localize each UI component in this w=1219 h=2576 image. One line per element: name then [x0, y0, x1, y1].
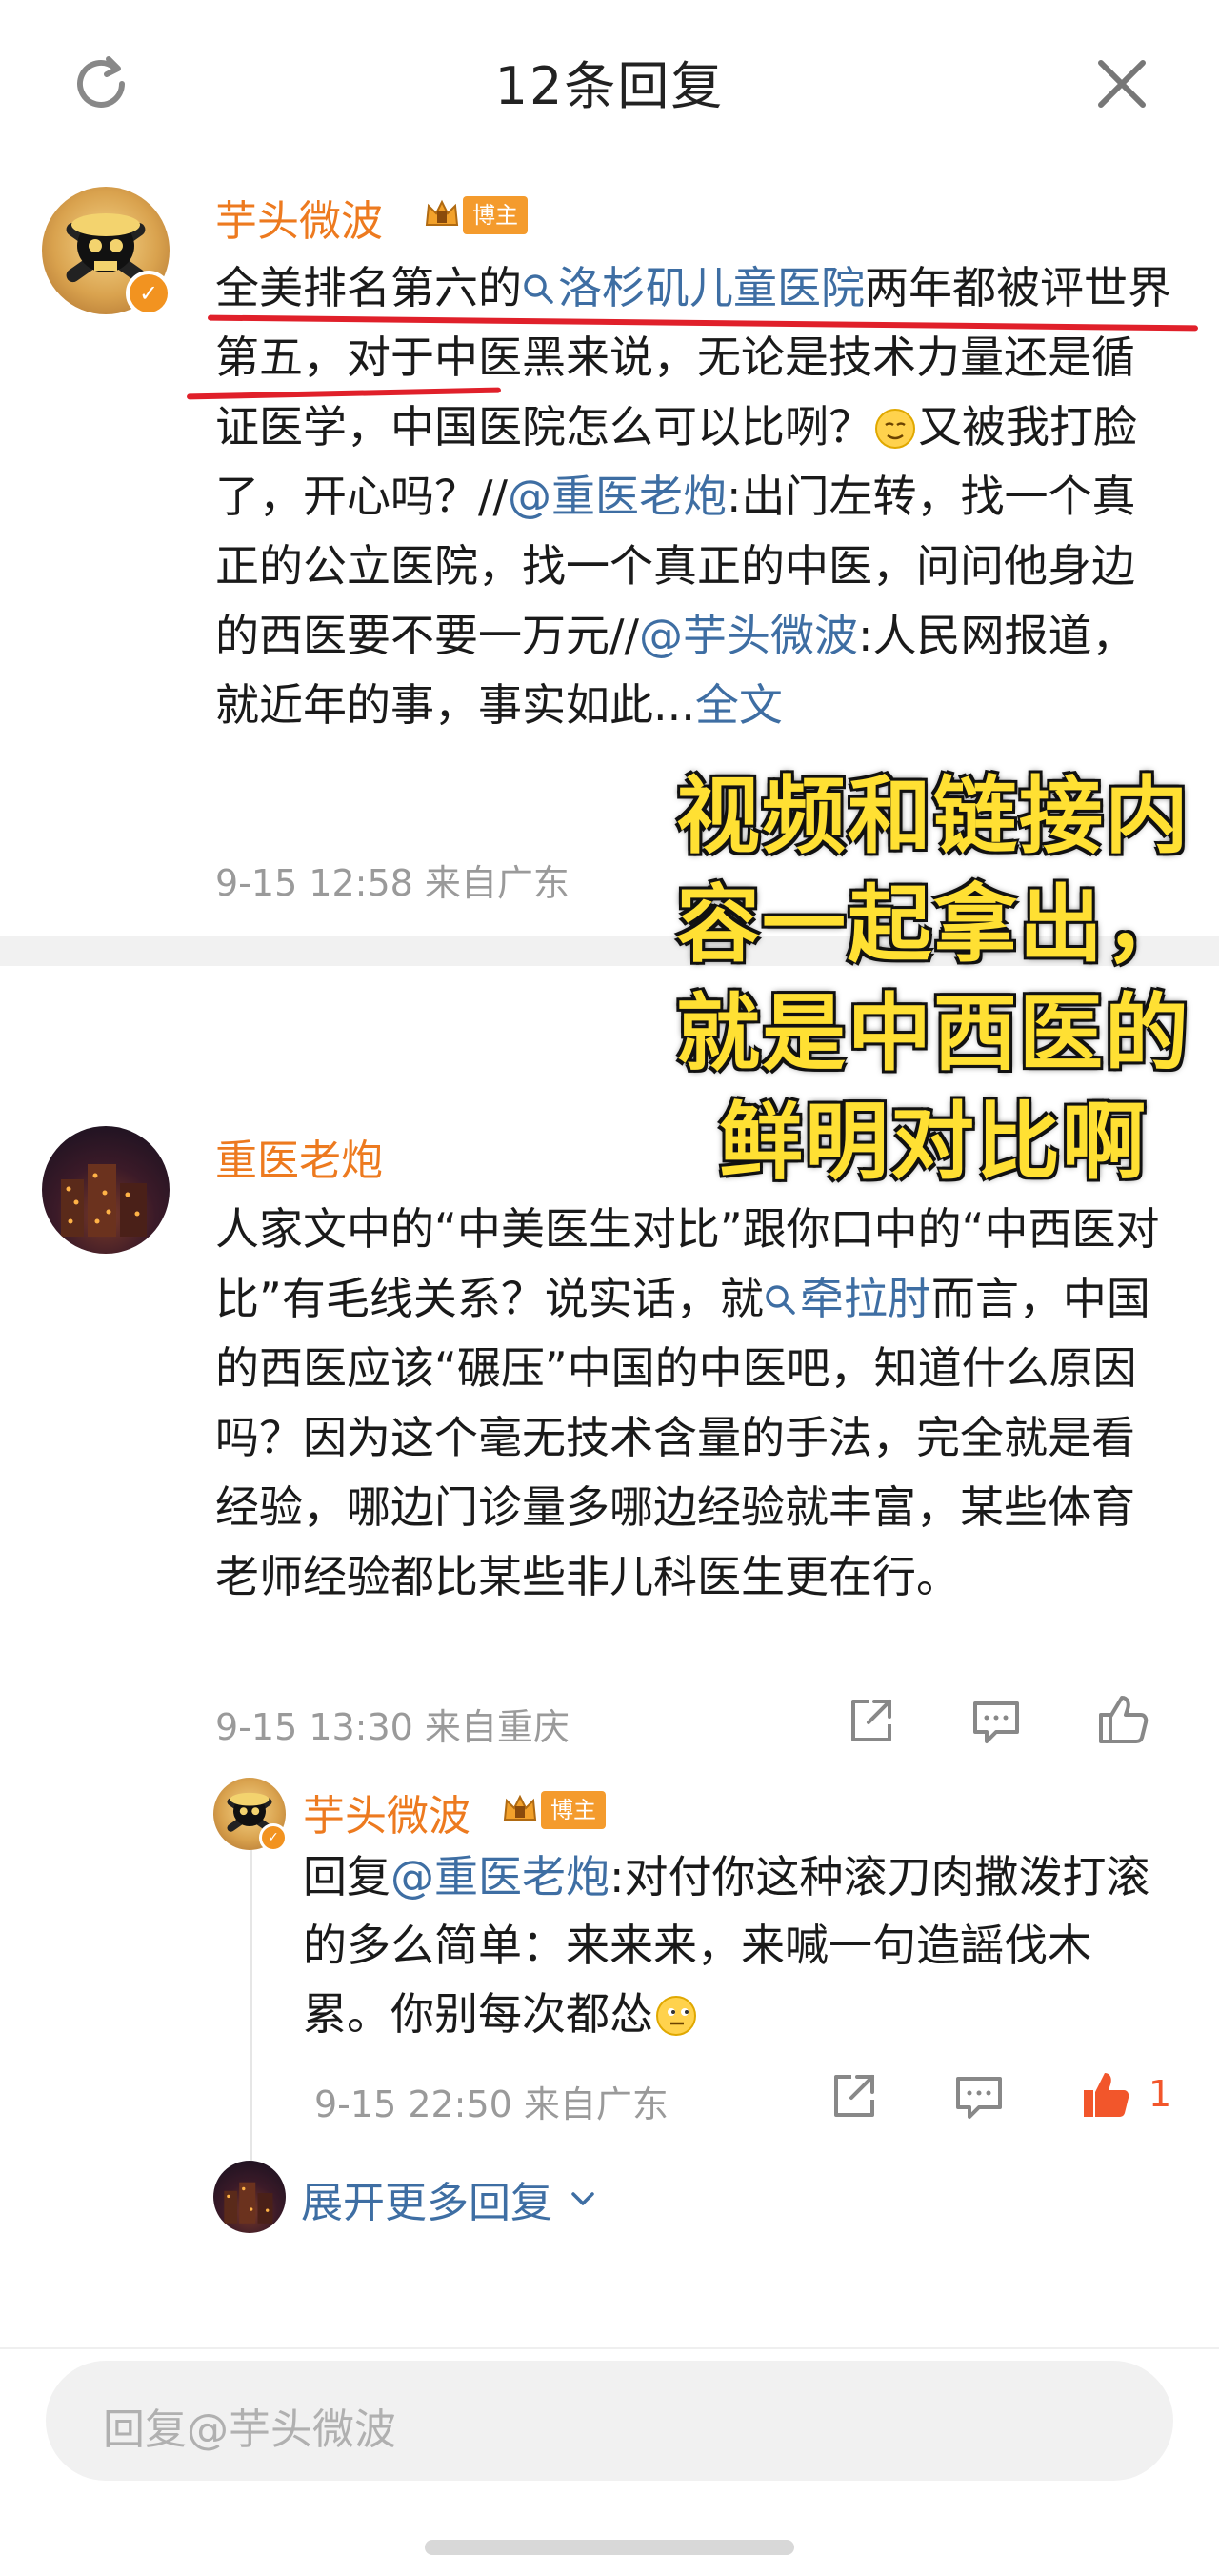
- city-night-icon: [61, 1164, 147, 1237]
- username[interactable]: 芋头微波: [303, 1781, 470, 1842]
- overlay-caption: 视频和链接内 容一起拿出， 就是中西医的 鲜明对比啊: [675, 767, 1190, 1191]
- reply-meta: 9-15 22:50 来自广东: [314, 2083, 669, 2125]
- crown-icon: [503, 1794, 537, 1821]
- post-text: 人家文中的“中美医生对比”跟你口中的“中西医对比”有毛线关系？说实话，就 牵拉肘而…: [215, 1203, 1160, 1602]
- topic-link[interactable]: 牵拉肘: [764, 1273, 931, 1324]
- divider: [0, 2347, 1219, 2349]
- avatar[interactable]: [42, 1126, 170, 1254]
- page-title: 12条回复: [494, 56, 725, 116]
- post-meta: 9-15 12:58 来自广东: [215, 862, 570, 904]
- home-indicator[interactable]: [425, 2540, 794, 2555]
- full-text-link[interactable]: 全文: [695, 679, 783, 731]
- city-night-icon: [224, 2182, 273, 2224]
- smirk-emoji-icon: [875, 409, 915, 449]
- verified-badge-icon: ✓: [259, 1823, 288, 1852]
- username[interactable]: 重医老炮: [215, 1126, 383, 1187]
- avatar: [213, 2161, 286, 2233]
- search-icon: [766, 1285, 795, 1315]
- verified-badge-icon: ✓: [126, 271, 171, 316]
- thread-line: [250, 1839, 252, 2163]
- topic-link[interactable]: 洛杉矶儿童医院: [522, 262, 865, 313]
- like-icon-active[interactable]: [1076, 2065, 1133, 2123]
- share-icon[interactable]: [825, 2067, 882, 2124]
- reply-input[interactable]: 回复@芋头微波: [46, 2361, 1173, 2481]
- search-icon: [524, 274, 553, 304]
- mention-link[interactable]: @重医老炮: [508, 471, 727, 522]
- post-meta: 9-15 13:30 来自重庆: [215, 1706, 570, 1748]
- chevron-down-icon: [571, 2192, 594, 2205]
- crown-icon: [425, 199, 459, 226]
- side-eye-emoji-icon: [656, 1996, 696, 2036]
- share-icon[interactable]: [842, 1692, 899, 1749]
- close-icon[interactable]: [1088, 50, 1156, 118]
- bozhu-badge: 博主: [501, 1789, 606, 1831]
- comment-icon[interactable]: [950, 2067, 1008, 2124]
- mention-link[interactable]: @重医老炮: [390, 1851, 610, 1902]
- comment-icon[interactable]: [968, 1692, 1025, 1749]
- mention-link[interactable]: @芋头微波: [639, 610, 858, 661]
- reply-text: 回复@重医老炮:对付你这种滚刀肉撒泼打滚的多么简单：来来来，来喊一句造謡伐木累。…: [303, 1851, 1150, 2040]
- like-count: 1: [1149, 2073, 1172, 2115]
- username[interactable]: 芋头微波: [215, 187, 383, 248]
- expand-more-replies[interactable]: 展开更多回复: [301, 2168, 602, 2229]
- like-icon[interactable]: [1093, 1690, 1150, 1747]
- bozhu-badge: 博主: [423, 194, 528, 236]
